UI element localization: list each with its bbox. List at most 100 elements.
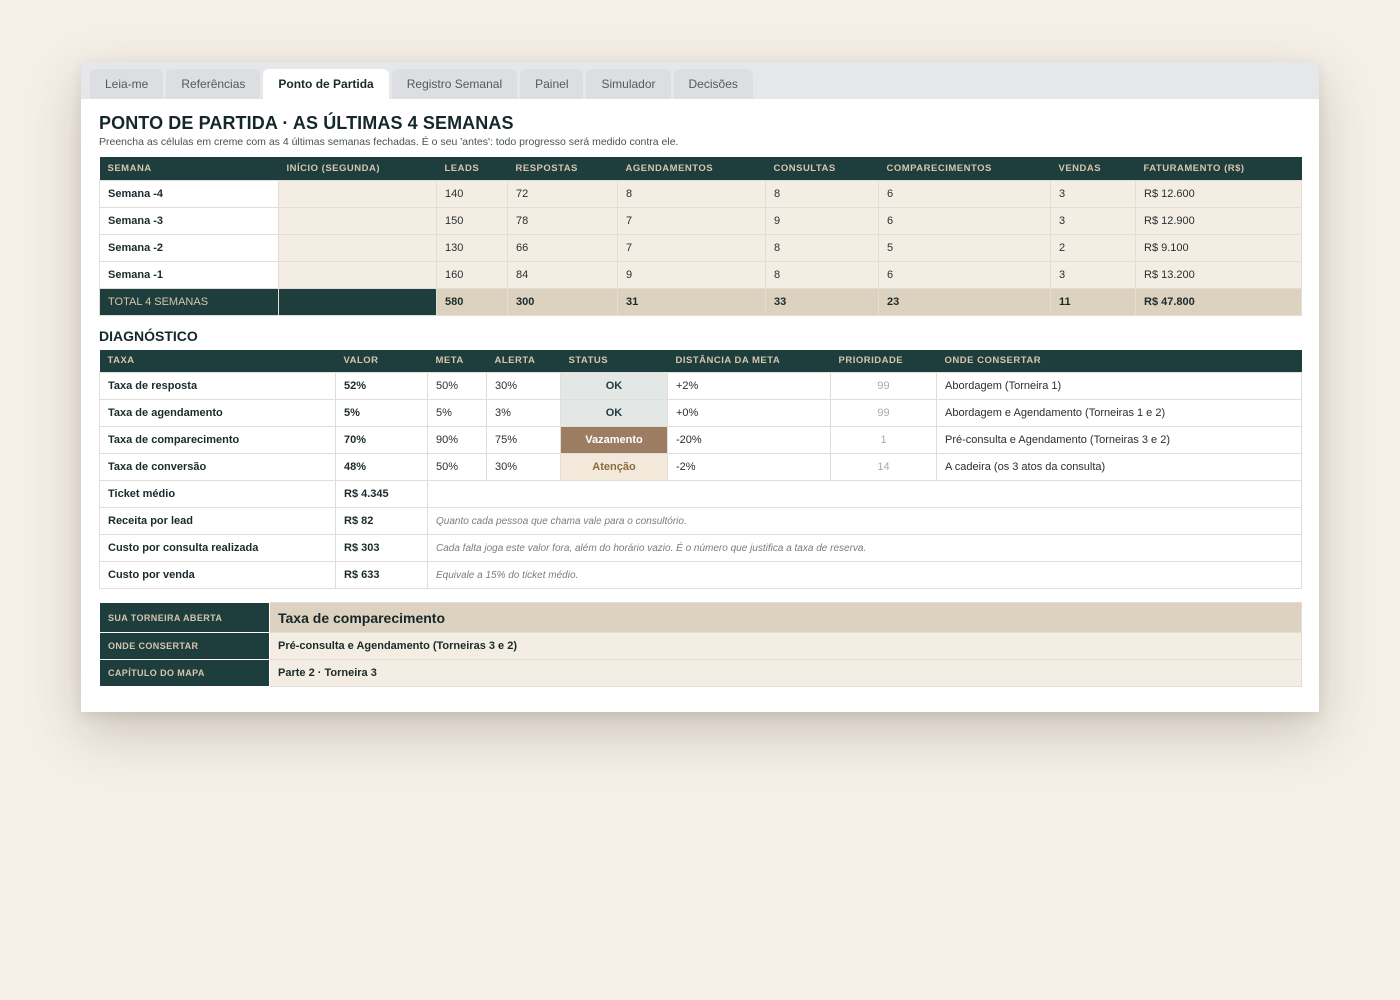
summary-torneira-label: SUA TORNEIRA ABERTA	[99, 602, 270, 633]
status-badge: Vazamento	[560, 426, 668, 454]
rate-value: 70%	[335, 426, 428, 454]
tab-referencias[interactable]: Referências	[166, 69, 261, 99]
table-row: Taxa de resposta 52% 50% 30% OK +2% 99 A…	[99, 372, 1302, 400]
col-meta: META	[427, 349, 487, 373]
col-prioridade: PRIORIDADE	[830, 349, 937, 373]
metric-value: R$ 303	[335, 534, 428, 562]
table-row: Semana -3 150 78 7 9 6 3 R$ 12.900	[99, 206, 1302, 235]
table-row: Custo por consulta realizada R$ 303 Cada…	[99, 534, 1302, 562]
leads-cell[interactable]: 150	[436, 206, 508, 235]
table-row: Ticket médio R$ 4.345	[99, 480, 1302, 508]
respostas-cell[interactable]: 84	[507, 260, 618, 289]
vendas-cell[interactable]: 2	[1050, 233, 1136, 262]
consultas-cell[interactable]: 8	[765, 260, 879, 289]
tab-ponto-de-partida[interactable]: Ponto de Partida	[263, 69, 389, 99]
agendamentos-cell[interactable]: 8	[617, 179, 766, 208]
metric-value: R$ 4.345	[335, 480, 428, 508]
faturamento-cell[interactable]: R$ 12.600	[1135, 179, 1302, 208]
weeks-table: SEMANA INÍCIO (SEGUNDA) LEADS RESPOSTAS …	[99, 157, 1302, 316]
spreadsheet-window: Leia-me Referências Ponto de Partida Reg…	[81, 62, 1319, 712]
col-consultas: CONSULTAS	[765, 157, 879, 180]
table-row: Taxa de agendamento 5% 5% 3% OK +0% 99 A…	[99, 399, 1302, 427]
faturamento-cell[interactable]: R$ 13.200	[1135, 260, 1302, 289]
rate-alerta: 75%	[486, 426, 561, 454]
tab-leia-me[interactable]: Leia-me	[90, 69, 164, 99]
metric-note: Quanto cada pessoa que chama vale para o…	[427, 507, 1302, 535]
tab-registro-semanal[interactable]: Registro Semanal	[391, 69, 518, 99]
status-badge: Atenção	[560, 453, 668, 481]
table-row: Custo por venda R$ 633 Equivale a 15% do…	[99, 561, 1302, 589]
vendas-cell[interactable]: 3	[1050, 179, 1136, 208]
leads-cell[interactable]: 140	[436, 179, 508, 208]
page-subtitle: Preencha as células em creme com as 4 úl…	[99, 136, 679, 148]
metric-note: Equivale a 15% do ticket médio.	[427, 561, 1302, 589]
total-vendas: 11	[1050, 287, 1136, 316]
leads-cell[interactable]: 160	[436, 260, 508, 289]
summary-torneira-value: Taxa de comparecimento	[269, 602, 1302, 633]
start-date-cell[interactable]	[278, 260, 437, 289]
vendas-cell[interactable]: 3	[1050, 260, 1136, 289]
rate-distancia: -2%	[667, 453, 831, 481]
rate-meta: 50%	[427, 453, 487, 481]
comparecimentos-cell[interactable]: 5	[878, 233, 1051, 262]
total-label: TOTAL 4 SEMANAS	[99, 287, 279, 316]
leads-cell[interactable]: 130	[436, 233, 508, 262]
tab-decisoes[interactable]: Decisões	[673, 69, 753, 99]
faturamento-cell[interactable]: R$ 12.900	[1135, 206, 1302, 235]
total-row: TOTAL 4 SEMANAS 580 300 31 33 23 11 R$ 4…	[99, 287, 1302, 316]
rate-alerta: 30%	[486, 372, 561, 400]
status-badge: OK	[560, 399, 668, 427]
total-blank-cell	[278, 287, 437, 316]
rate-prioridade: 99	[830, 372, 937, 400]
rate-onde: Pré-consulta e Agendamento (Torneiras 3 …	[936, 426, 1302, 454]
summary-capitulo-label: CAPÍTULO DO MAPA	[99, 659, 270, 687]
rate-value: 48%	[335, 453, 428, 481]
weeks-header-row: SEMANA INÍCIO (SEGUNDA) LEADS RESPOSTAS …	[99, 157, 1302, 180]
consultas-cell[interactable]: 8	[765, 233, 879, 262]
table-row: Receita por lead R$ 82 Quanto cada pesso…	[99, 507, 1302, 535]
col-faturamento: FATURAMENTO (R$)	[1135, 157, 1302, 180]
rate-prioridade: 1	[830, 426, 937, 454]
total-consultas: 33	[765, 287, 879, 316]
total-comparecimentos: 23	[878, 287, 1051, 316]
start-date-cell[interactable]	[278, 233, 437, 262]
table-row: Taxa de comparecimento 70% 90% 75% Vazam…	[99, 426, 1302, 454]
start-date-cell[interactable]	[278, 206, 437, 235]
col-agendamentos: AGENDAMENTOS	[617, 157, 766, 180]
agendamentos-cell[interactable]: 7	[617, 206, 766, 235]
week-label: Semana -2	[99, 233, 279, 262]
comparecimentos-cell[interactable]: 6	[878, 179, 1051, 208]
rate-distancia: -20%	[667, 426, 831, 454]
diagnostico-title: DIAGNÓSTICO	[99, 327, 198, 344]
rate-distancia: +0%	[667, 399, 831, 427]
consultas-cell[interactable]: 9	[765, 206, 879, 235]
rate-distancia: +2%	[667, 372, 831, 400]
page-title: PONTO DE PARTIDA · AS ÚLTIMAS 4 SEMANAS	[99, 113, 514, 133]
col-vendas: VENDAS	[1050, 157, 1136, 180]
respostas-cell[interactable]: 66	[507, 233, 618, 262]
comparecimentos-cell[interactable]: 6	[878, 260, 1051, 289]
summary-row-capitulo: CAPÍTULO DO MAPA Parte 2 · Torneira 3	[99, 659, 1302, 687]
respostas-cell[interactable]: 72	[507, 179, 618, 208]
summary-onde-value: Pré-consulta e Agendamento (Torneiras 3 …	[269, 632, 1302, 660]
agendamentos-cell[interactable]: 7	[617, 233, 766, 262]
respostas-cell[interactable]: 78	[507, 206, 618, 235]
agendamentos-cell[interactable]: 9	[617, 260, 766, 289]
rate-prioridade: 99	[830, 399, 937, 427]
summary-row-onde: ONDE CONSERTAR Pré-consulta e Agendament…	[99, 632, 1302, 660]
tab-simulador[interactable]: Simulador	[586, 69, 671, 99]
sheet-tab-bar: Leia-me Referências Ponto de Partida Reg…	[81, 62, 1319, 99]
total-faturamento: R$ 47.800	[1135, 287, 1302, 316]
faturamento-cell[interactable]: R$ 9.100	[1135, 233, 1302, 262]
metric-label: Custo por consulta realizada	[99, 534, 336, 562]
tab-painel[interactable]: Painel	[520, 69, 584, 99]
diag-header-row: TAXA VALOR META ALERTA STATUS DISTÂNCIA …	[99, 349, 1302, 373]
total-leads: 580	[436, 287, 508, 316]
comparecimentos-cell[interactable]: 6	[878, 206, 1051, 235]
vendas-cell[interactable]: 3	[1050, 206, 1136, 235]
consultas-cell[interactable]: 8	[765, 179, 879, 208]
start-date-cell[interactable]	[278, 179, 437, 208]
rate-meta: 90%	[427, 426, 487, 454]
rate-value: 52%	[335, 372, 428, 400]
metric-value: R$ 633	[335, 561, 428, 589]
